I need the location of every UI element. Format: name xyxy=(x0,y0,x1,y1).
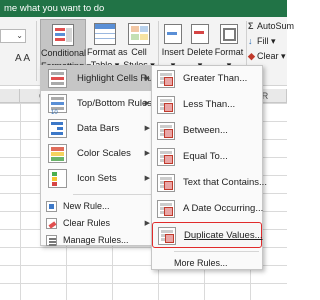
insert-label-1: Insert xyxy=(161,47,185,57)
menu-item-highlight-cells-rules[interactable]: Highlight Cells Rules ▶ xyxy=(41,66,165,91)
submenu-item-label: More Rules... xyxy=(174,258,228,268)
top-bottom-rules-icon xyxy=(48,94,67,126)
fill-down-icon: ↓ xyxy=(248,36,253,46)
color-scales-icon xyxy=(48,144,67,163)
clear-rules-icon xyxy=(46,218,57,229)
cell-styles-label-1: Cell xyxy=(131,47,147,57)
submenu-item-label: A Date Occurring... xyxy=(183,203,264,214)
equal-to-icon xyxy=(157,148,175,166)
submenu-item-label: Text that Contains... xyxy=(183,177,267,188)
data-bars-icon xyxy=(48,119,67,138)
menu-item-color-scales[interactable]: Color Scales ▶ xyxy=(41,141,155,166)
menu-item-top-bottom-rules[interactable]: Top/Bottom Rules ▶ xyxy=(41,91,155,126)
text-contains-icon xyxy=(157,174,175,192)
submenu-arrow-icon: ▶ xyxy=(144,75,150,82)
highlight-cells-rules-submenu: Greater Than... Less Than... Between... … xyxy=(151,65,267,271)
format-cells-icon xyxy=(218,23,240,45)
menu-item-label: New Rule... xyxy=(63,201,110,211)
tell-me-search[interactable]: me what you want to do xyxy=(4,3,104,14)
conditional-formatting-label-1: Conditional xyxy=(41,48,87,58)
menu-item-clear-rules[interactable]: Clear Rules ▶ xyxy=(41,215,155,232)
menu-item-icon-sets[interactable]: Icon Sets ▶ xyxy=(41,166,155,191)
cell-styles-icon xyxy=(128,23,150,45)
menu-item-label: Data Bars xyxy=(77,123,120,134)
submenu-arrow-icon: ▶ xyxy=(144,125,150,132)
sigma-icon: Σ xyxy=(248,21,254,31)
duplicate-values-icon xyxy=(158,227,176,245)
menu-separator xyxy=(73,194,152,195)
less-than-icon xyxy=(157,96,175,114)
clear-label: Clear ▾ xyxy=(257,51,286,61)
font-size-buttons[interactable]: A A xyxy=(15,53,30,64)
insert-cells-icon xyxy=(162,23,184,45)
submenu-arrow-icon: ▶ xyxy=(144,175,150,182)
submenu-item-label: Equal To... xyxy=(183,151,228,162)
submenu-item-less-than[interactable]: Less Than... xyxy=(152,92,262,118)
greater-than-icon xyxy=(157,70,175,88)
conditional-formatting-icon xyxy=(52,24,74,46)
submenu-arrow-icon: ▶ xyxy=(144,220,150,227)
submenu-item-more-rules[interactable]: More Rules... xyxy=(152,255,262,271)
date-occurring-icon xyxy=(157,200,175,218)
fill-label: Fill ▾ xyxy=(257,36,276,46)
highlight-cells-rules-icon xyxy=(48,69,67,88)
submenu-item-greater-than[interactable]: Greater Than... xyxy=(152,66,262,92)
menu-separator xyxy=(174,251,259,252)
icon-sets-icon xyxy=(48,169,67,188)
delete-label-1: Delete xyxy=(187,47,214,57)
submenu-item-label: Between... xyxy=(183,125,228,136)
submenu-item-between[interactable]: Between... xyxy=(152,118,262,144)
submenu-item-equal-to[interactable]: Equal To... xyxy=(152,144,262,170)
menu-item-label: Top/Bottom Rules xyxy=(77,98,152,109)
menu-item-new-rule[interactable]: New Rule... xyxy=(41,198,155,215)
submenu-item-text-contains[interactable]: Text that Contains... xyxy=(152,170,267,196)
submenu-item-duplicate-values[interactable]: Duplicate Values... xyxy=(152,222,263,248)
menu-item-label: Color Scales xyxy=(77,148,131,159)
conditional-formatting-menu: Highlight Cells Rules ▶ Top/Bottom Rules… xyxy=(40,65,165,249)
new-rule-icon xyxy=(46,201,57,212)
menu-item-manage-rules[interactable]: Manage Rules... xyxy=(41,232,155,249)
between-icon xyxy=(157,122,175,140)
chevron-down-icon[interactable]: ⌄ xyxy=(16,31,23,40)
select-all-corner[interactable] xyxy=(0,89,20,103)
font-size-box[interactable]: ⌄ xyxy=(0,29,26,43)
manage-rules-icon xyxy=(46,235,57,246)
group-divider xyxy=(36,21,37,81)
submenu-item-label: Less Than... xyxy=(183,99,236,110)
title-bar: me what you want to do xyxy=(0,0,287,17)
menu-item-label: Icon Sets xyxy=(77,173,117,184)
autosum-button[interactable]: Σ AutoSum xyxy=(248,19,294,34)
fill-button[interactable]: ↓ Fill ▾ xyxy=(248,34,287,49)
submenu-arrow-icon: ▶ xyxy=(144,100,150,107)
format-label-1: Format xyxy=(214,47,244,57)
menu-item-label: Clear Rules xyxy=(63,218,111,228)
delete-cells-icon xyxy=(189,23,211,45)
format-as-table-icon xyxy=(94,23,116,45)
submenu-item-date-occurring[interactable]: A Date Occurring... xyxy=(152,196,264,222)
eraser-icon: ◆ xyxy=(248,51,255,61)
clear-button[interactable]: ◆ Clear ▾ xyxy=(248,49,287,64)
submenu-item-label: Duplicate Values... xyxy=(184,230,263,241)
format-as-table-label-1: Format as xyxy=(87,47,128,57)
editing-group: Σ AutoSum ↓ Fill ▾ ◆ Clear ▾ xyxy=(248,19,294,64)
submenu-item-label: Greater Than... xyxy=(183,73,248,84)
submenu-arrow-icon: ▶ xyxy=(144,150,150,157)
menu-item-label: Manage Rules... xyxy=(63,235,129,245)
menu-item-data-bars[interactable]: Data Bars ▶ xyxy=(41,116,155,141)
autosum-label: AutoSum xyxy=(257,21,295,31)
